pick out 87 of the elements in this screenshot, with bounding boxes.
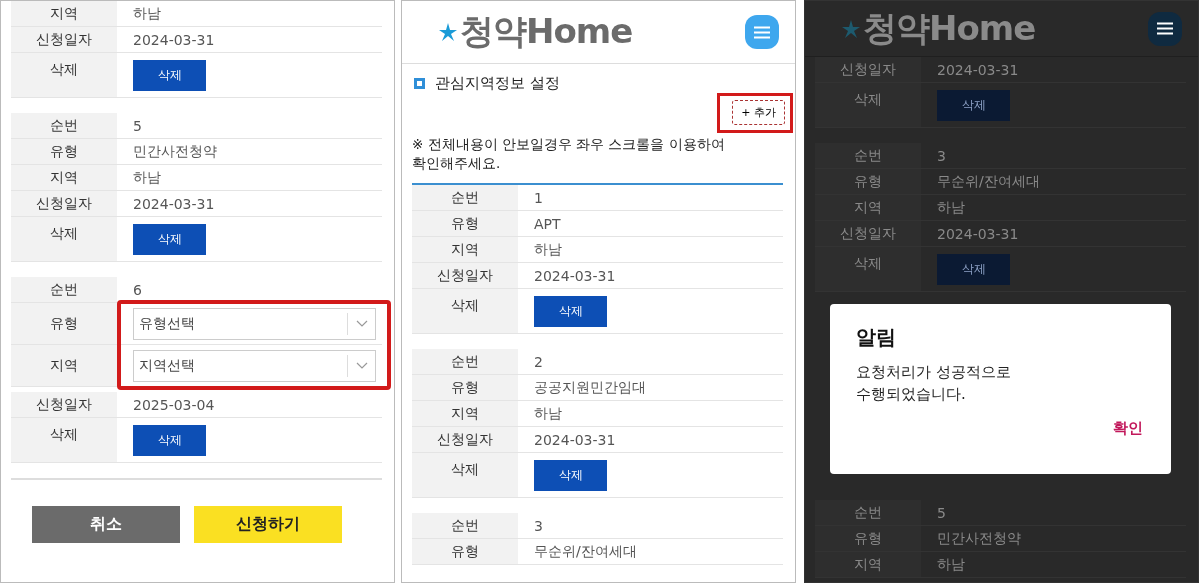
field-label: 순번 [815, 500, 921, 525]
field-label: 신청일자 [11, 191, 117, 216]
field-value: 2 [534, 353, 543, 370]
field-label: 신청일자 [412, 263, 518, 288]
field-value: 하남 [937, 555, 965, 574]
field-label: 삭제 [412, 453, 518, 497]
field-value: 민간사전청약 [133, 142, 217, 161]
field-label: 유형 [412, 211, 518, 236]
field-value: 3 [937, 147, 946, 164]
square-bullet-icon [414, 78, 425, 89]
field-value: 2024-03-31 [937, 61, 1019, 78]
field-value: 2024-03-31 [937, 225, 1019, 242]
section-title: 관심지역정보 설정 [435, 74, 560, 93]
field-value: 민간사전청약 [937, 529, 1021, 548]
field-label: 지역 [11, 345, 117, 386]
field-label: 유형 [11, 139, 117, 164]
field-label: 순번 [815, 143, 921, 168]
delete-button[interactable]: 삭제 [133, 424, 206, 456]
field-value: 하남 [937, 198, 965, 217]
field-label: 순번 [412, 349, 518, 374]
logo[interactable]: 청약Home [460, 9, 633, 55]
field-label: 지역 [815, 552, 921, 577]
field-value: 5 [937, 504, 946, 521]
field-label: 신청일자 [412, 427, 518, 452]
field-label: 순번 [11, 113, 117, 138]
field-label: 신청일자 [815, 57, 921, 82]
field-label: 삭제 [815, 83, 921, 127]
field-value: 1 [534, 189, 543, 206]
field-label: 삭제 [11, 418, 117, 462]
chevron-down-icon [356, 320, 368, 327]
field-value: 무순위/잔여세대 [534, 542, 637, 561]
field-label: 지역 [11, 1, 117, 26]
add-button[interactable]: + 추가 [732, 100, 785, 125]
field-label: 유형 [815, 169, 921, 194]
field-value: 5 [133, 117, 142, 134]
field-value: APT [534, 215, 561, 232]
field-label: 신청일자 [815, 221, 921, 246]
field-label: 신청일자 [11, 392, 117, 417]
field-value: 2024-03-31 [534, 431, 616, 448]
field-label: 신청일자 [11, 27, 117, 52]
field-label: 순번 [412, 513, 518, 538]
menu-button[interactable] [1148, 11, 1182, 46]
submit-button[interactable]: 신청하기 [193, 506, 342, 543]
field-value: 2025-03-04 [133, 396, 215, 413]
field-label: 지역 [815, 195, 921, 220]
select-field[interactable]: 지역선택 [133, 349, 376, 382]
menu-icon [754, 25, 770, 39]
select-field[interactable]: 유형선택 [133, 307, 376, 340]
delete-button[interactable]: 삭제 [133, 223, 206, 255]
field-value: 2024-03-31 [133, 195, 215, 212]
field-value: 6 [133, 281, 142, 298]
delete-button[interactable]: 삭제 [133, 59, 206, 91]
delete-button[interactable]: 삭제 [937, 253, 1010, 285]
field-label: 삭제 [412, 289, 518, 333]
field-label: 지역 [412, 237, 518, 262]
field-label: 지역 [11, 165, 117, 190]
chevron-down-icon [356, 362, 368, 369]
field-label: 유형 [412, 375, 518, 400]
delete-button[interactable]: 삭제 [534, 459, 607, 491]
field-label: 순번 [412, 185, 518, 210]
logo[interactable]: 청약Home [863, 5, 1036, 52]
dialog-message: 요청처리가 성공적으로 수행되었습니다. [856, 362, 1012, 405]
field-value: 2024-03-31 [133, 31, 215, 48]
dialog-title: 알림 [856, 324, 897, 351]
field-label: 삭제 [11, 53, 117, 97]
field-value: 공공지원민간임대 [534, 378, 646, 397]
field-label: 유형 [11, 303, 117, 344]
confirm-button[interactable]: 확인 [1113, 419, 1143, 438]
field-value: 하남 [133, 4, 161, 23]
field-label: 유형 [412, 539, 518, 564]
field-label: 삭제 [11, 217, 117, 261]
menu-icon [1157, 22, 1173, 35]
notice-text: ※ 전체내용이 안보일경우 좌우 스크롤을 이용하여 확인해주세요. [412, 135, 726, 173]
field-value: 하남 [534, 404, 562, 423]
field-value: 하남 [534, 240, 562, 259]
field-label: 유형 [815, 526, 921, 551]
delete-button[interactable]: 삭제 [534, 295, 607, 327]
cancel-button[interactable]: 취소 [31, 506, 180, 543]
field-label: 지역 [412, 401, 518, 426]
field-value: 하남 [133, 168, 161, 187]
star-icon [438, 22, 458, 42]
delete-button[interactable]: 삭제 [937, 89, 1010, 121]
field-value: 3 [534, 517, 543, 534]
field-value: 무순위/잔여세대 [937, 172, 1040, 191]
field-value: 2024-03-31 [534, 267, 616, 284]
field-label: 순번 [11, 277, 117, 302]
field-label: 삭제 [815, 247, 921, 291]
